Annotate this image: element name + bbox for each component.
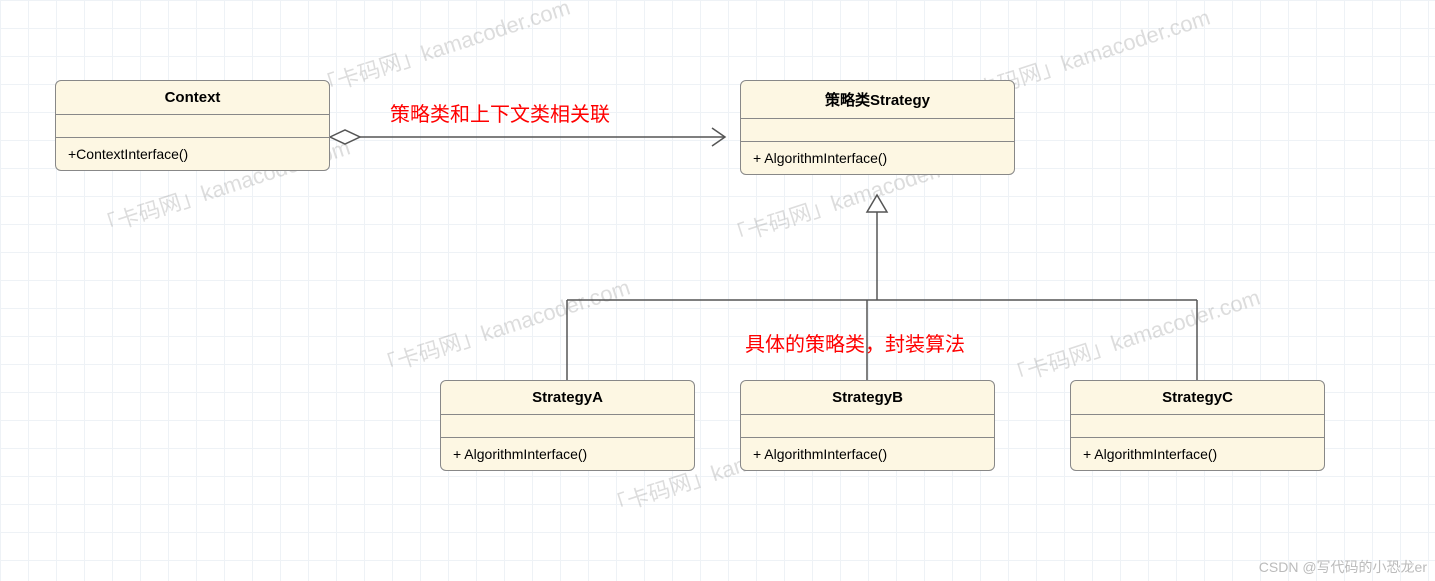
class-strategy-b: StrategyB + AlgorithmInterface() [740, 380, 995, 471]
class-context: Context +ContextInterface() [55, 80, 330, 171]
class-title: 策略类Strategy [741, 81, 1014, 119]
csdn-credit: CSDN @写代码的小恐龙er [1259, 557, 1427, 577]
class-strategy-c: StrategyC + AlgorithmInterface() [1070, 380, 1325, 471]
class-ops: + AlgorithmInterface() [1071, 438, 1324, 470]
class-title: StrategyC [1071, 381, 1324, 415]
class-title: Context [56, 81, 329, 115]
class-attrs [741, 119, 1014, 142]
class-attrs [1071, 415, 1324, 438]
class-ops: + AlgorithmInterface() [741, 438, 994, 470]
class-ops: +ContextInterface() [56, 138, 329, 170]
annotation-concrete: 具体的策略类，封装算法 [745, 328, 965, 357]
class-ops: + AlgorithmInterface() [741, 142, 1014, 174]
class-strategy-a: StrategyA + AlgorithmInterface() [440, 380, 695, 471]
class-attrs [441, 415, 694, 438]
class-ops: + AlgorithmInterface() [441, 438, 694, 470]
class-attrs [56, 115, 329, 138]
class-title: StrategyB [741, 381, 994, 415]
class-title: StrategyA [441, 381, 694, 415]
annotation-association: 策略类和上下文类相关联 [390, 98, 610, 127]
class-attrs [741, 415, 994, 438]
class-strategy: 策略类Strategy + AlgorithmInterface() [740, 80, 1015, 175]
